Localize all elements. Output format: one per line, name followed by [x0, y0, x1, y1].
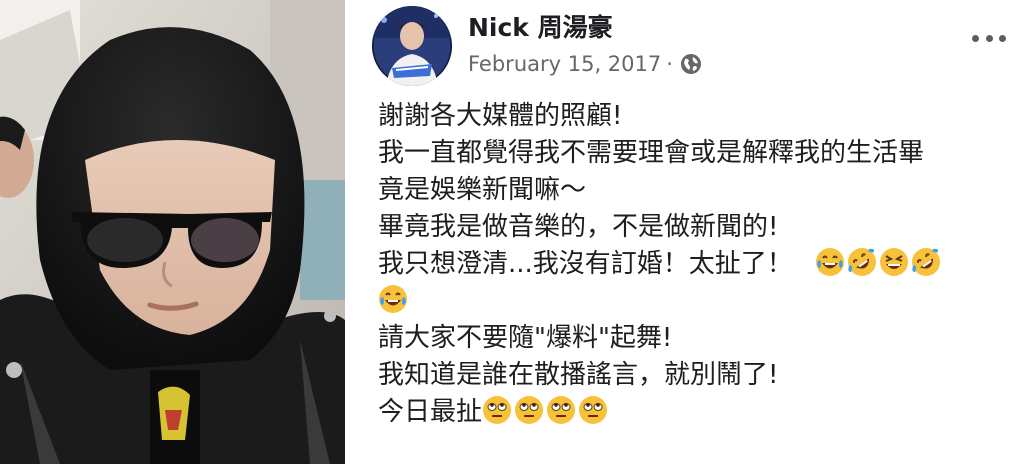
grinning-squint-emoji — [879, 248, 908, 276]
laughing-tears-emoji — [815, 248, 844, 276]
post-line: 畢竟我是做音樂的，不是做新聞的! — [378, 212, 779, 242]
post-line-with-emoji: 我只想澄清...我沒有訂婚！太扯了！ — [378, 246, 1008, 283]
facebook-post: Nick 周湯豪 February 15, 2017 · 謝謝各大媒體的照顧! … — [345, 0, 1024, 464]
post-line-with-emoji: 今日最扯 — [378, 394, 1008, 431]
meta-separator: · — [666, 52, 673, 76]
post-line-text: 今日最扯 — [378, 397, 483, 427]
post-line: 謝謝各大媒體的照顧! — [378, 101, 623, 131]
author-avatar[interactable] — [372, 6, 452, 86]
eye-roll-emoji — [547, 396, 576, 424]
author-name[interactable]: Nick 周湯豪 — [468, 8, 613, 44]
rolling-laughing-emoji — [847, 248, 876, 276]
laughing-tears-emoji — [379, 285, 407, 313]
eye-roll-emoji — [515, 396, 544, 424]
post-line: 我知道是誰在散播謠言，就別鬧了! — [378, 360, 779, 390]
eye-roll-emoji — [579, 396, 608, 424]
selfie-photo — [0, 0, 345, 464]
post-line-emoji-only — [378, 283, 1008, 320]
post-meta: February 15, 2017 · — [468, 52, 703, 76]
post-date[interactable]: February 15, 2017 — [468, 52, 661, 76]
post-line: 我一直都覺得我不需要理會或是解釋我的生活畢 — [378, 138, 925, 168]
eye-roll-emoji — [483, 396, 512, 424]
rolling-laughing-emoji — [911, 248, 940, 276]
post-line: 竟是娛樂新聞嘛～ — [378, 175, 587, 205]
post-line-text: 我只想澄清...我沒有訂婚！太扯了！ — [378, 249, 793, 279]
more-options-icon[interactable] — [972, 24, 1006, 52]
post-line: 請大家不要隨"爆料"起舞! — [378, 323, 673, 353]
post-text: 謝謝各大媒體的照顧! 我一直都覺得我不需要理會或是解釋我的生活畢 竟是娛樂新聞嘛… — [378, 98, 1008, 431]
globe-icon — [679, 52, 703, 76]
